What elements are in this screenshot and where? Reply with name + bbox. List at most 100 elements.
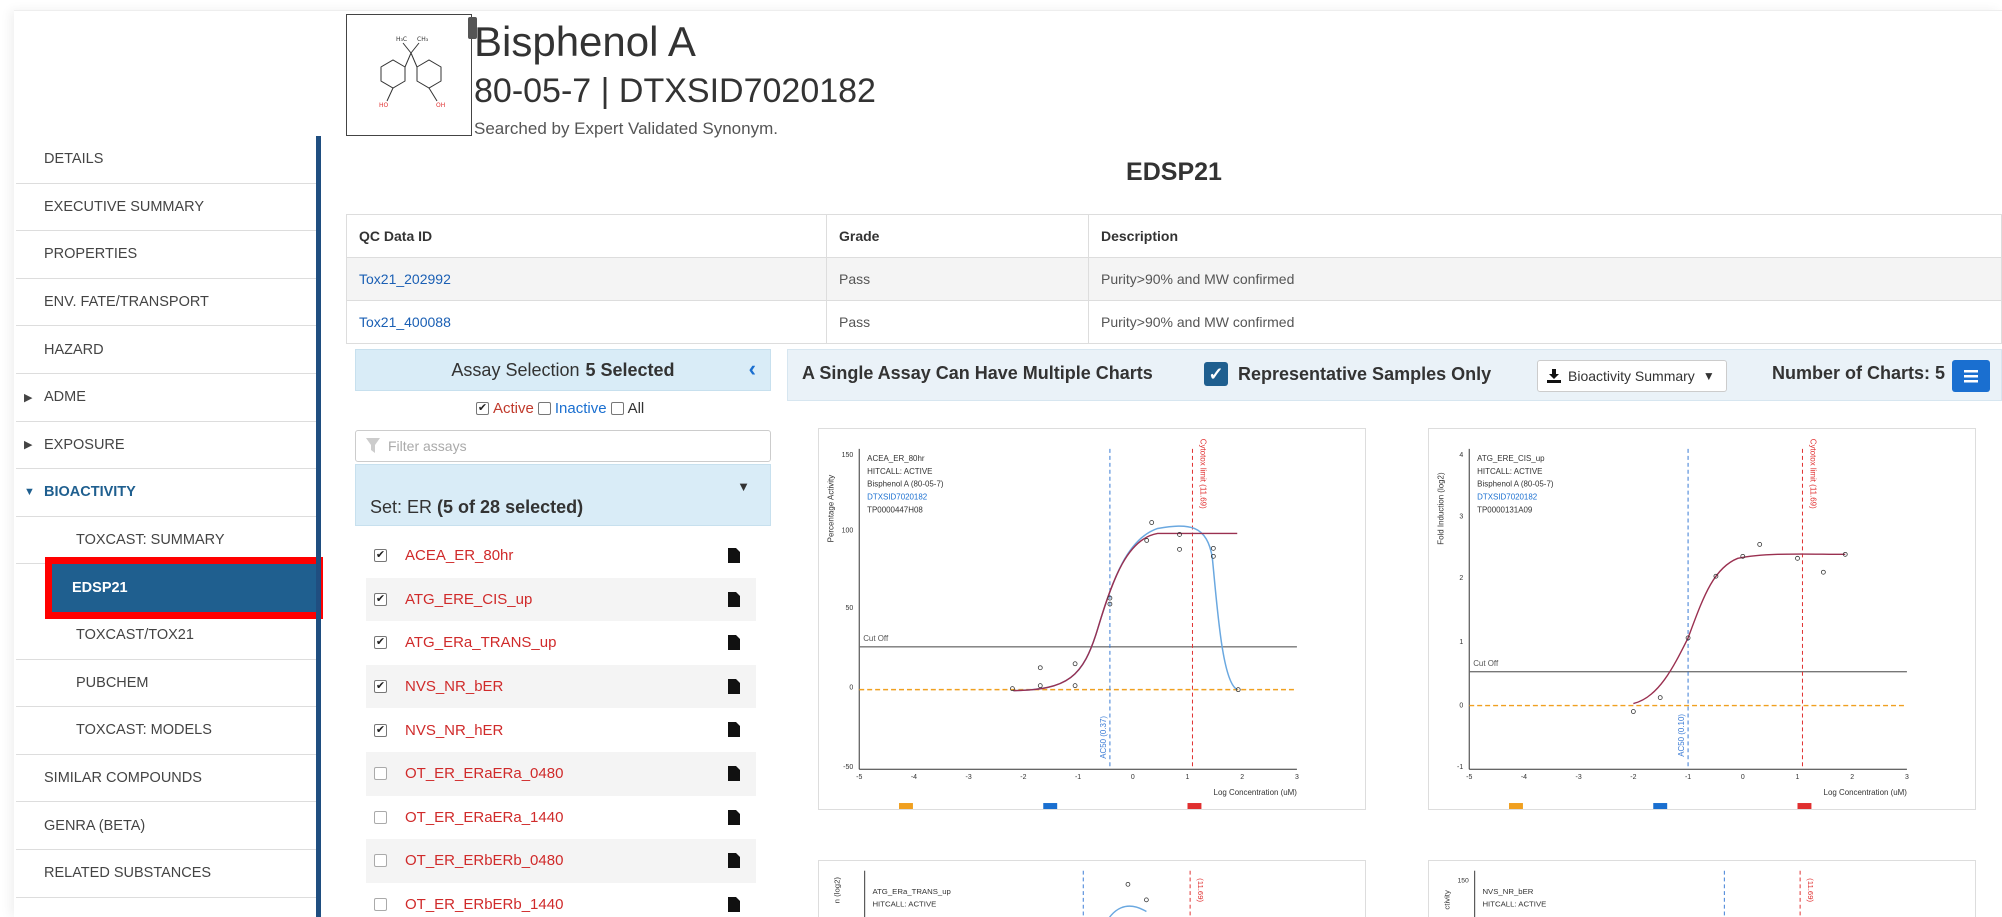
- sidebar-item-label: ADME: [44, 389, 86, 406]
- x-tick-label: -1: [1685, 774, 1691, 781]
- sidebar-item-toxcast-summary[interactable]: TOXCAST: SUMMARY: [16, 517, 316, 565]
- chart-dtxsid-link: DTXSID7020182: [867, 493, 928, 502]
- download-label: Bioactivity Summary: [1568, 368, 1695, 384]
- sidebar-item-adme[interactable]: ▶ ADME: [16, 374, 316, 422]
- assay-chart-card[interactable]: 4 3 2 1 0 -1 Fold Induction (log2) -5 -4…: [1428, 428, 1976, 810]
- qc-id-link[interactable]: Tox21_400088: [346, 300, 827, 344]
- charts-heading: A Single Assay Can Have Multiple Charts: [802, 363, 1153, 383]
- assay-checkbox[interactable]: [374, 767, 387, 781]
- assay-chart-card[interactable]: 150 ctivity (11.69) NVS_NR_bER HITCALL: …: [1428, 860, 1976, 917]
- assay-chart-card[interactable]: n (log2) (11.69) ATG_ERa_TRANS_up HITCAL…: [818, 860, 1366, 917]
- chemical-structure-image[interactable]: H₃C CH₃ HO OH: [346, 14, 477, 136]
- sidebar-item-similar-compounds[interactable]: SIMILAR COMPOUNDS: [16, 755, 316, 803]
- assay-checkbox[interactable]: ✔: [374, 549, 387, 563]
- list-item[interactable]: ✔ NVS_NR_hER: [366, 708, 756, 752]
- checkmark-icon[interactable]: ✓: [1204, 362, 1228, 386]
- list-view-button[interactable]: [1952, 360, 1990, 392]
- x-ticks: -5 -4 -3 -2 -1 0 1 2 3: [1466, 774, 1909, 781]
- list-item[interactable]: ✔ NVS_NR_bER: [366, 664, 756, 709]
- document-icon[interactable]: [728, 722, 740, 738]
- active-checkbox[interactable]: ✔: [476, 402, 489, 415]
- filter-assays-input[interactable]: Filter assays: [355, 430, 771, 462]
- assay-selection-header: Assay Selection 5 Selected ‹: [355, 349, 771, 391]
- x-tick-label: -3: [1576, 774, 1582, 781]
- document-icon[interactable]: [728, 635, 740, 651]
- list-item[interactable]: OT_ER_ERbERb_1440: [366, 883, 756, 917]
- assay-name: NVS_NR_hER: [405, 721, 504, 739]
- list-item[interactable]: OT_ER_ERaERa_0480: [366, 751, 756, 796]
- sidebar-item-exposure[interactable]: ▶ EXPOSURE: [16, 422, 316, 470]
- inactive-label[interactable]: Inactive: [555, 400, 607, 417]
- document-icon[interactable]: [728, 853, 740, 869]
- set-count: (5 of 28 selected): [437, 497, 584, 517]
- x-tick-label: -4: [911, 774, 917, 781]
- document-icon[interactable]: [728, 678, 740, 694]
- sidebar-item-related-substances[interactable]: RELATED SUBSTANCES: [16, 850, 316, 898]
- hit-filter-group: ✔ Active Inactive All: [476, 400, 644, 417]
- assay-checkbox[interactable]: [374, 898, 387, 912]
- charts-toolbar: A Single Assay Can Have Multiple Charts …: [787, 349, 2002, 401]
- list-item[interactable]: ✔ ATG_ERa_TRANS_up: [366, 621, 756, 665]
- assay-name: OT_ER_ERbERb_0480: [405, 852, 564, 870]
- sidebar-item-label: TOXCAST/TOX21: [76, 627, 194, 644]
- table-header-row: QC Data ID Grade Description: [346, 214, 2002, 258]
- x-tick-label: 0: [1741, 774, 1745, 781]
- sidebar-item-properties[interactable]: PROPERTIES: [16, 231, 316, 279]
- sidebar-item-pubchem[interactable]: PUBCHEM: [16, 660, 316, 708]
- list-item[interactable]: ✔ ACEA_ER_80hr: [366, 534, 756, 578]
- bioactivity-summary-dropdown[interactable]: Bioactivity Summary ▼: [1537, 360, 1727, 392]
- list-item[interactable]: OT_ER_ERbERb_0480: [366, 839, 756, 883]
- document-icon[interactable]: [728, 896, 740, 912]
- document-icon[interactable]: [728, 809, 740, 825]
- y-tick-label: 3: [1459, 514, 1463, 521]
- sidebar-item-bioactivity[interactable]: ▼ BIOACTIVITY: [16, 469, 316, 517]
- sidebar-item-toxcast-models[interactable]: TOXCAST: MODELS: [16, 707, 316, 755]
- assay-checkbox[interactable]: ✔: [374, 636, 387, 650]
- assay-checkbox[interactable]: [374, 810, 387, 824]
- y-axis-label: n (log2): [832, 877, 841, 904]
- y-tick-label: 0: [849, 685, 853, 692]
- sidebar-item-label: TOXCAST: MODELS: [76, 722, 212, 739]
- sidebar-item-genra[interactable]: GENRA (BETA): [16, 802, 316, 850]
- sidebar-item-label: EDSP21: [72, 580, 128, 597]
- sidebar-item-label: SIMILAR COMPOUNDS: [44, 770, 202, 787]
- sidebar-item-edsp21[interactable]: EDSP21: [45, 557, 323, 619]
- assay-checkbox[interactable]: ✔: [374, 592, 387, 606]
- assay-selected-count: 5 Selected: [585, 359, 675, 380]
- sidebar-item-label: TOXCAST: SUMMARY: [76, 532, 225, 549]
- sidebar-item-details[interactable]: DETAILS: [16, 136, 316, 184]
- sidebar-item-executive-summary[interactable]: EXECUTIVE SUMMARY: [16, 184, 316, 232]
- x-axis-label: Log Concentration (uM): [1214, 788, 1298, 797]
- all-label[interactable]: All: [628, 400, 645, 417]
- compound-name: Bisphenol A: [474, 18, 696, 65]
- assay-chart-card[interactable]: 150 100 50 0 -50 Percentage Activity -5 …: [818, 428, 1366, 810]
- y-tick-label: 1: [1459, 639, 1463, 646]
- funnel-icon: [366, 438, 380, 453]
- list-item[interactable]: ✔ ATG_ERE_CIS_up: [366, 577, 756, 622]
- document-icon[interactable]: [728, 765, 740, 781]
- set-label: Set: ER (5 of 28 selected): [370, 497, 583, 518]
- collapse-chevron-icon[interactable]: ‹: [749, 356, 756, 382]
- sidebar-item-toxcast-tox21[interactable]: TOXCAST/TOX21: [16, 612, 316, 660]
- assay-set-dropdown[interactable]: Set: ER (5 of 28 selected) ▼: [355, 464, 771, 526]
- assay-checkbox[interactable]: [374, 854, 387, 868]
- qc-id-link[interactable]: Tox21_202992: [346, 257, 827, 301]
- representative-toggle[interactable]: ✓ Representative Samples Only: [1204, 362, 1491, 386]
- inactive-checkbox[interactable]: [537, 402, 551, 415]
- assay-checkbox[interactable]: ✔: [374, 680, 387, 694]
- sidebar-item-env-fate[interactable]: ENV. FATE/TRANSPORT: [16, 279, 316, 327]
- chart-hitcall: HITCALL: ACTIVE: [1482, 900, 1546, 909]
- document-icon[interactable]: [728, 591, 740, 607]
- x-tick-label: -5: [1466, 774, 1472, 781]
- assay-checkbox[interactable]: ✔: [374, 723, 387, 737]
- column-header: QC Data ID: [346, 214, 827, 258]
- list-item[interactable]: OT_ER_ERaERa_1440: [366, 796, 756, 840]
- document-icon[interactable]: [728, 548, 740, 563]
- all-checkbox[interactable]: [610, 402, 624, 415]
- x-tick-label: -2: [1630, 774, 1636, 781]
- x-tick-label: -1: [1075, 774, 1081, 781]
- sidebar-item-hazard[interactable]: HAZARD: [16, 326, 316, 374]
- dropdown-arrow-icon[interactable]: ▼: [737, 479, 750, 494]
- cutoff-label: Cut Off: [863, 634, 889, 643]
- active-label[interactable]: Active: [493, 400, 534, 417]
